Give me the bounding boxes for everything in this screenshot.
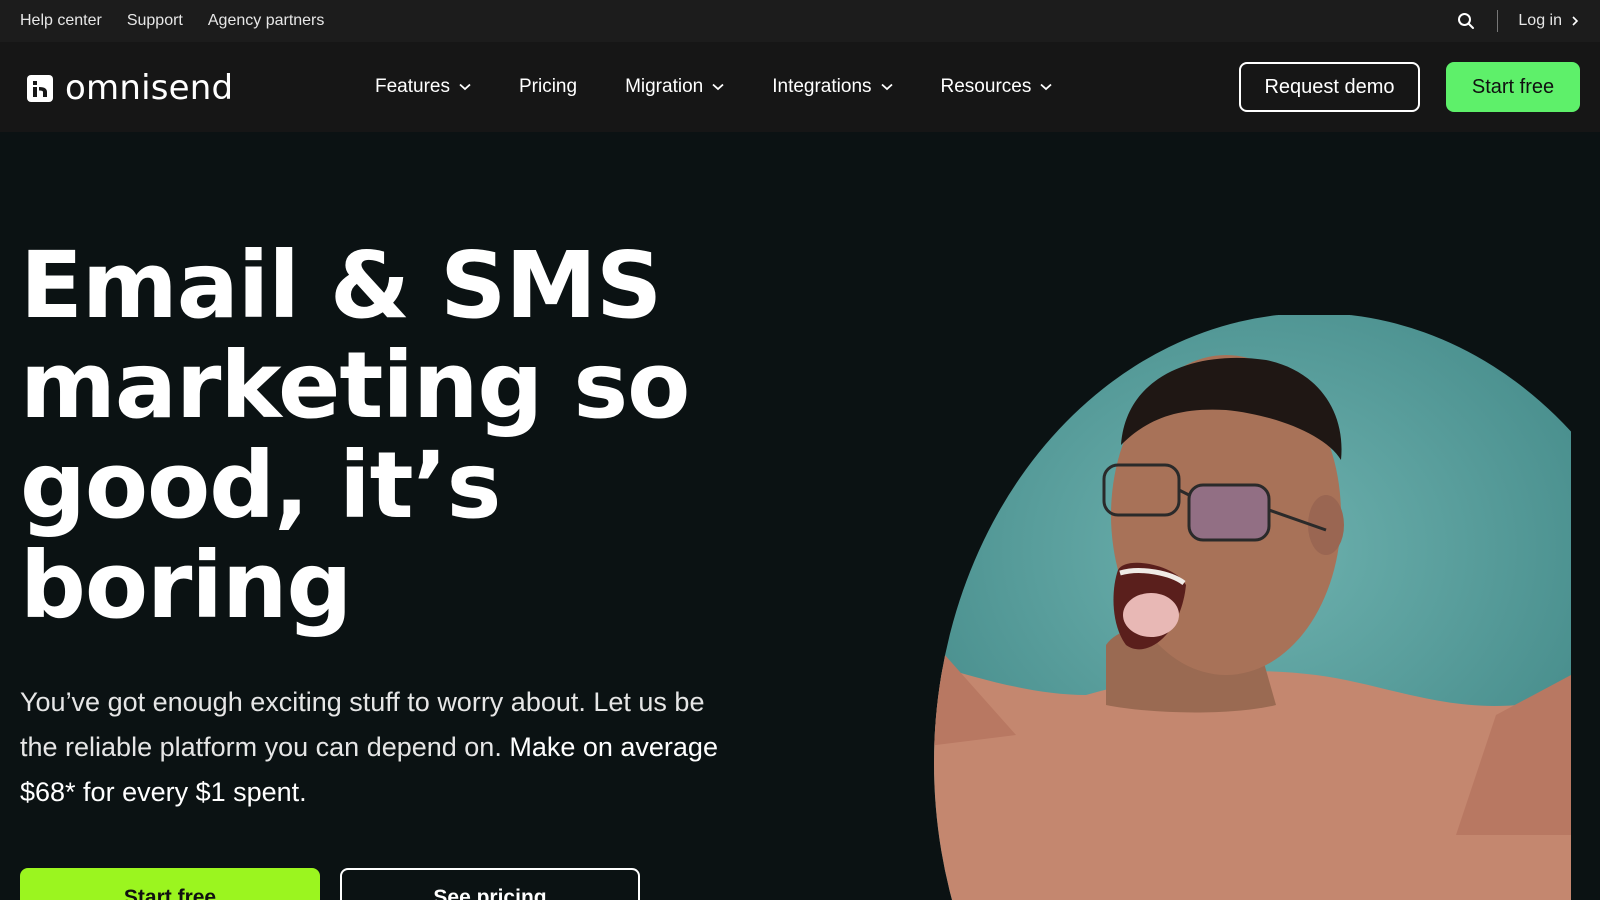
agency-partners-link[interactable]: Agency partners xyxy=(208,12,325,30)
start-free-hero-button[interactable]: Start free xyxy=(20,868,320,900)
support-link[interactable]: Support xyxy=(127,12,183,30)
main-nav: omnisend Features Pricing Migration Inte… xyxy=(0,42,1600,132)
nav-item-pricing[interactable]: Pricing xyxy=(519,76,577,98)
login-link[interactable]: Log in xyxy=(1518,12,1580,30)
nav-items: Features Pricing Migration Integrations … xyxy=(375,42,1100,132)
utility-bar: Help center Support Agency partners Log … xyxy=(0,0,1600,42)
hero-subtitle: You’ve got enough exciting stuff to worr… xyxy=(20,680,740,815)
nav-item-features[interactable]: Features xyxy=(375,76,471,98)
hero-title-line: Email & SMS xyxy=(20,232,662,339)
omnisend-logo-icon xyxy=(27,74,53,102)
nav-item-migration[interactable]: Migration xyxy=(625,76,724,98)
chevron-down-icon xyxy=(1040,83,1052,91)
nav-item-label: Resources xyxy=(940,76,1032,97)
nav-item-resources[interactable]: Resources xyxy=(941,76,1053,98)
omnisend-logo[interactable]: omnisend xyxy=(27,68,233,108)
utility-links: Help center Support Agency partners xyxy=(20,12,324,30)
utility-right: Log in xyxy=(1457,10,1580,32)
chevron-down-icon xyxy=(712,83,724,91)
hero-title-line: marketing so xyxy=(20,332,690,439)
logo-text: omnisend xyxy=(65,68,234,108)
utility-divider xyxy=(1497,10,1499,32)
chevron-right-icon xyxy=(1572,16,1579,26)
login-label: Log in xyxy=(1518,12,1562,29)
nav-item-label: Integrations xyxy=(772,76,872,97)
hero-title: Email & SMS marketing so good, it’s bori… xyxy=(20,236,740,636)
hero-title-line: boring xyxy=(20,532,352,639)
request-demo-button[interactable]: Request demo xyxy=(1239,62,1420,112)
chevron-down-icon xyxy=(459,83,471,91)
nav-item-integrations[interactable]: Integrations xyxy=(772,76,893,98)
start-free-nav-button[interactable]: Start free xyxy=(1446,62,1580,112)
person-photo-icon xyxy=(934,315,1571,900)
search-icon[interactable] xyxy=(1457,12,1475,30)
hero-title-line: good, it’s xyxy=(20,432,501,539)
see-pricing-button[interactable]: See pricing xyxy=(340,868,640,900)
chevron-down-icon xyxy=(880,83,893,91)
nav-item-label: Migration xyxy=(625,76,704,97)
nav-item-label: Pricing xyxy=(518,76,578,97)
hero-photo xyxy=(856,315,1571,900)
nav-item-label: Features xyxy=(375,76,450,97)
help-center-link[interactable]: Help center xyxy=(20,12,102,30)
